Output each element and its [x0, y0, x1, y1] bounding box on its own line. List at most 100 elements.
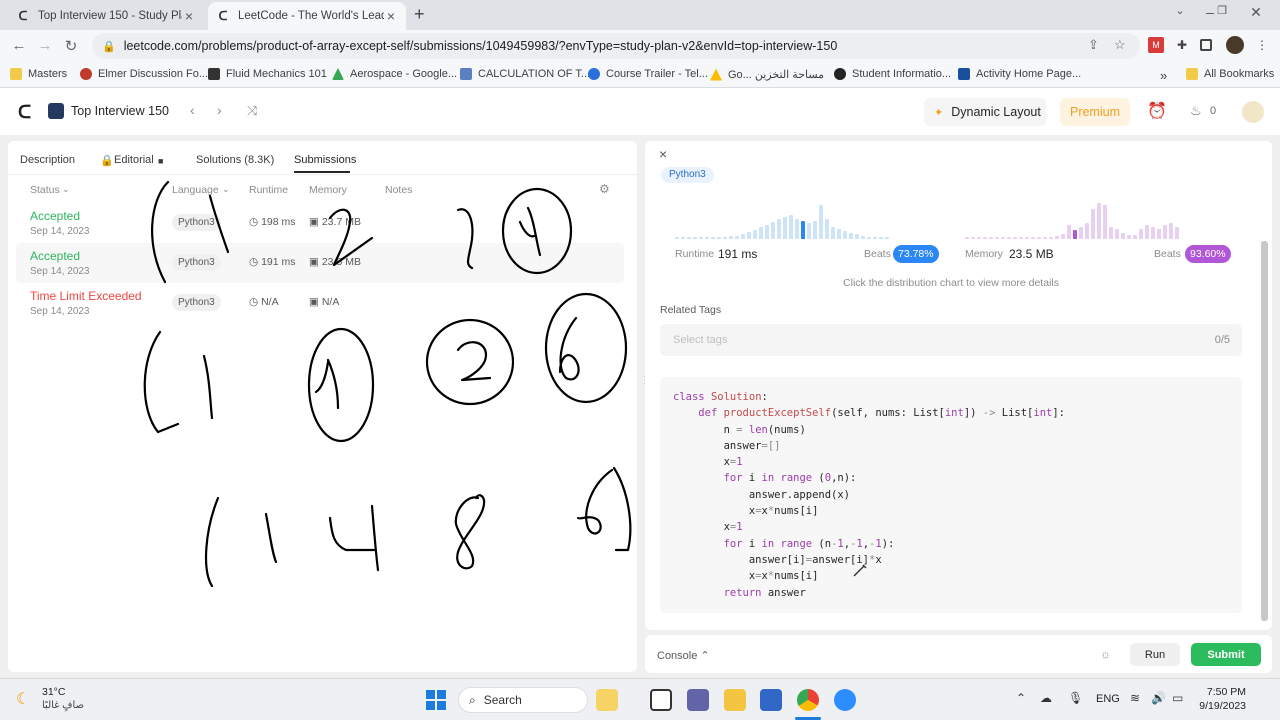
ink-paren-open [143, 330, 180, 434]
distribution-bar [687, 237, 691, 239]
distribution-bar [747, 232, 751, 239]
volume-icon[interactable]: 🔊 [1151, 691, 1166, 705]
distribution-bar [965, 237, 969, 239]
windows-start-icon[interactable] [426, 690, 446, 710]
submit-button[interactable]: Submit [1191, 643, 1261, 666]
distribution-bar [867, 237, 871, 239]
browser-menu-icon[interactable]: ⋮ [1254, 37, 1270, 53]
debug-bug-icon[interactable]: ☼ [1100, 647, 1111, 661]
ink-digit-8 [454, 494, 486, 570]
tags-count: 0/5 [1214, 334, 1230, 346]
alarm-clock-icon[interactable]: ⏰ [1147, 101, 1167, 121]
weather-desc: صافٍ غالبًا [42, 700, 85, 711]
bookmark-item[interactable]: Activity Home Page... [958, 68, 1081, 80]
distribution-bar [1127, 235, 1131, 239]
distribution-bar [1175, 227, 1179, 239]
weather-moon-icon: ☾ [16, 691, 31, 708]
tags-select[interactable]: Select tags 0/5 [660, 324, 1242, 356]
widgets-app-icon[interactable] [596, 689, 618, 711]
zoom-app-icon[interactable] [834, 689, 856, 711]
language-indicator[interactable]: ENG [1096, 693, 1120, 705]
fire-icon[interactable]: ♨ [1190, 103, 1202, 119]
clock-date[interactable]: 9/19/2023 [1190, 700, 1246, 712]
cloud-icon[interactable]: ☁ [1040, 691, 1052, 705]
all-bookmarks[interactable]: All Bookmarks [1186, 68, 1274, 80]
side-panel-icon[interactable] [1200, 39, 1212, 51]
distribution-bar [807, 223, 811, 239]
distribution-bar [729, 236, 733, 239]
profile-avatar[interactable] [1226, 36, 1244, 54]
dynamic-layout-label: Dynamic Layout [951, 105, 1041, 119]
distribution-hint: Click the distribution chart to view mor… [843, 277, 1059, 289]
chrome-app-icon[interactable] [797, 689, 819, 711]
code-block[interactable]: class Solution: def productExceptSelf(se… [660, 377, 1242, 613]
task-view-icon[interactable] [650, 689, 672, 711]
dynamic-layout-button[interactable]: ✦ Dynamic Layout [924, 98, 1046, 126]
distribution-bar [879, 237, 883, 239]
bookmark-item[interactable]: Student Informatio... [834, 68, 951, 80]
ink-circle [544, 292, 628, 404]
file-explorer-icon[interactable] [724, 689, 746, 711]
fire-count: 0 [1210, 105, 1217, 117]
distribution-bar [1067, 225, 1071, 239]
store-app-icon[interactable] [760, 689, 782, 711]
distribution-bar [1037, 237, 1041, 239]
tags-placeholder: Select tags [673, 334, 728, 346]
maximize-icon[interactable]: ❐ [1212, 4, 1232, 17]
chevron-up-icon[interactable]: ⌃ [1016, 691, 1026, 705]
distribution-bar [971, 237, 975, 239]
memory-label: Memory [965, 248, 1003, 260]
weather-temp[interactable]: 31°C [42, 686, 65, 698]
runtime-value: 191 ms [718, 247, 758, 261]
distribution-bar [735, 236, 739, 239]
distribution-bar [1169, 223, 1173, 239]
runtime-label: Runtime [675, 248, 715, 260]
console-label: Console [657, 650, 698, 662]
console-toggle[interactable]: Console ⌃ [657, 649, 710, 662]
premium-button[interactable]: Premium [1060, 98, 1130, 126]
distribution-bar [813, 221, 817, 239]
search-icon: ⌕ [469, 692, 476, 707]
distribution-bar [1115, 229, 1119, 239]
ink-paren-close [456, 208, 474, 270]
microphone-icon[interactable]: 🎙 [1068, 691, 1083, 705]
distribution-bar [1157, 229, 1161, 239]
distribution-bar [831, 227, 835, 239]
chevron-up-icon: ⌃ [700, 650, 710, 662]
extension-icon[interactable]: M [1148, 37, 1164, 53]
bookmark-star-icon[interactable]: ☆ [1114, 37, 1126, 53]
share-icon[interactable]: ⇪ [1088, 37, 1099, 53]
distribution-bar [995, 237, 999, 239]
distribution-bar [795, 219, 799, 239]
distribution-bar [825, 219, 829, 239]
user-avatar[interactable] [1242, 101, 1264, 123]
distribution-bar [873, 237, 877, 239]
google-drive-icon [710, 68, 722, 81]
distribution-bar [801, 221, 805, 239]
distribution-bar [1151, 227, 1155, 239]
ink-paren-open [150, 180, 170, 284]
ink-circle [425, 318, 515, 406]
runtime-distribution-chart[interactable] [675, 201, 889, 239]
scrollbar-thumb[interactable] [1261, 241, 1268, 621]
close-icon[interactable]: × [659, 146, 667, 162]
distribution-bar [1043, 237, 1047, 239]
close-window-icon[interactable]: ✕ [1246, 4, 1266, 21]
wifi-icon[interactable]: ≋ [1130, 691, 1140, 705]
teams-app-icon[interactable] [687, 689, 709, 711]
clock-time[interactable]: 7:50 PM [1196, 686, 1246, 698]
distribution-bar [711, 237, 715, 239]
run-button[interactable]: Run [1130, 643, 1180, 666]
tab-search-icon[interactable]: ⌄ [1170, 4, 1190, 17]
distribution-bar [977, 237, 981, 239]
extensions-puzzle-icon[interactable]: ✚ [1174, 37, 1190, 53]
distribution-bar [1097, 203, 1101, 239]
bookmark-item[interactable]: Go... مساحة التخزين [710, 68, 824, 81]
distribution-bar [717, 237, 721, 239]
more-bookmarks-icon[interactable]: » [1160, 68, 1167, 83]
distribution-bar [1109, 227, 1113, 239]
distribution-bar [1013, 237, 1017, 239]
battery-icon[interactable]: ▭ [1172, 691, 1183, 705]
taskbar-search[interactable]: ⌕ Search [458, 687, 588, 713]
memory-distribution-chart[interactable] [965, 201, 1179, 239]
